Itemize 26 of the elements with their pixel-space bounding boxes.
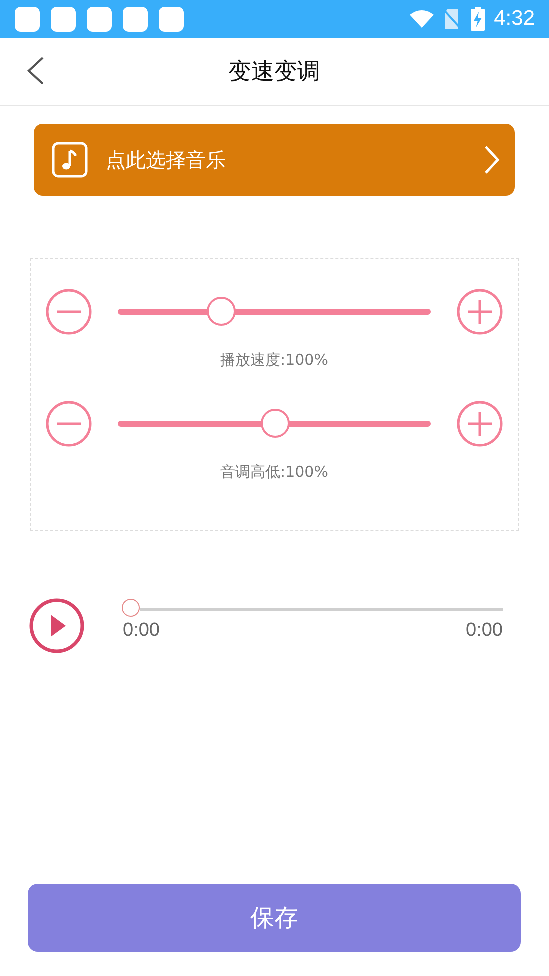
plus-icon[interactable] [456,400,504,448]
slider-thumb[interactable] [260,409,290,438]
minus-icon[interactable] [45,400,93,448]
plus-icon[interactable] [456,288,504,336]
progress-thumb[interactable] [122,599,140,617]
clock-time: 4:32 [494,7,535,31]
music-note-icon [52,142,88,178]
notification-icon [15,6,40,32]
notification-icon [51,6,76,32]
chevron-right-icon [483,145,501,175]
wifi-icon [409,9,436,29]
slider-value-label: 播放速度:100% [220,351,330,370]
elapsed-time: 0:00 [123,620,160,642]
page-title: 变速变调 [228,58,320,87]
notification-icon [159,6,184,32]
notification-icon [123,6,148,32]
notification-icon [87,6,112,32]
play-button[interactable] [29,598,85,654]
save-button[interactable]: 保存 [28,884,521,952]
minus-icon[interactable] [45,288,93,336]
select-music-button[interactable]: 点此选择音乐 [34,124,515,196]
slider-value-label: 音调高低:100% [220,463,330,482]
total-duration: 0:00 [466,620,503,642]
slider-thumb[interactable] [207,297,236,326]
battery-charging-icon [471,7,486,31]
back-icon[interactable] [26,56,46,86]
